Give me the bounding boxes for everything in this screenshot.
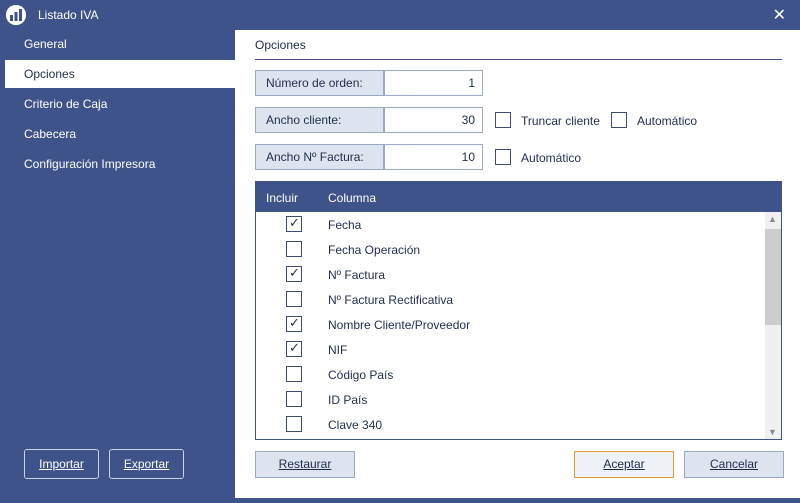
import-button[interactable]: Importar [24,449,99,479]
sidebar-item-criterio-de-caja[interactable]: Criterio de Caja [5,90,235,118]
automatico-cliente-checkbox[interactable] [611,112,627,128]
sidebar-item-configuracion-impresora[interactable]: Configuración Impresora [5,150,235,178]
close-icon[interactable]: ✕ [773,5,786,25]
row-checkbox[interactable]: ✓ [286,341,302,357]
table-row[interactable]: ✓ Fecha [256,212,765,237]
scrollbar-thumb[interactable] [765,229,781,325]
ancho-cliente-input[interactable]: 30 [384,107,483,133]
window-title: Listado IVA [38,8,99,22]
table-row[interactable]: Código País [256,362,765,387]
header-columna: Columna [328,191,377,205]
automatico-factura-label: Automático [521,151,582,165]
row-checkbox[interactable]: ✓ [286,316,302,332]
row-column-name: Clave 340 [328,418,383,432]
row-column-name: NIF [328,343,348,357]
row-checkbox[interactable] [286,366,302,382]
chevron-down-icon[interactable]: ▼ [768,427,777,437]
section-divider [255,59,782,60]
checkmark-icon: ✓ [289,215,300,230]
row-column-name: Nº Factura [328,268,386,282]
row-checkbox[interactable]: ✓ [286,266,302,282]
row-column-name: ID País [328,393,368,407]
title-bar: Listado IVA ✕ [0,0,800,30]
checkmark-icon: ✓ [289,315,300,330]
sidebar: General Opciones Criterio de Caja Cabece… [0,30,235,503]
truncar-cliente-label: Truncar cliente [521,114,600,128]
app-logo-icon [6,5,26,25]
section-title: Opciones [255,38,306,52]
table-row[interactable]: ✓ NIF [256,337,765,362]
row-checkbox[interactable] [286,391,302,407]
header-incluir: Incluir [266,191,299,205]
checkmark-icon: ✓ [289,265,300,280]
ancho-factura-input[interactable]: 10 [384,144,483,170]
table-header: Incluir Columna [256,182,781,212]
options-panel: Opciones Número de orden: 1 Ancho client… [235,30,800,498]
ancho-cliente-label: Ancho cliente: [255,107,384,133]
table-scrollbar[interactable]: ▲ ▼ [765,212,781,439]
numero-orden-label: Número de orden: [255,70,384,96]
row-column-name: Nombre Cliente/Proveedor [328,318,471,332]
columns-table: Incluir Columna ✓ Fecha Fecha Operación … [255,181,782,440]
sidebar-item-cabecera[interactable]: Cabecera [5,120,235,148]
aceptar-button[interactable]: Aceptar [574,451,674,478]
ancho-factura-label: Ancho Nº Factura: [255,144,384,170]
automatico-factura-checkbox[interactable] [495,149,511,165]
row-checkbox[interactable]: ✓ [286,216,302,232]
table-row[interactable]: ✓ Nombre Cliente/Proveedor [256,312,765,337]
restaurar-button[interactable]: Restaurar [255,451,355,478]
table-row[interactable]: ID País [256,387,765,412]
chevron-up-icon[interactable]: ▲ [768,214,777,224]
automatico-cliente-label: Automático [637,114,698,128]
truncar-cliente-checkbox[interactable] [495,112,511,128]
sidebar-item-opciones[interactable]: Opciones [5,60,235,88]
export-button[interactable]: Exportar [109,449,184,479]
checkmark-icon: ✓ [289,340,300,355]
row-column-name: Código País [328,368,394,382]
sidebar-item-general[interactable]: General [5,30,235,58]
cancelar-button[interactable]: Cancelar [684,451,784,478]
row-checkbox[interactable] [286,241,302,257]
table-row[interactable]: Nº Factura Rectificativa [256,287,765,312]
row-column-name: Fecha [328,218,362,232]
table-row[interactable]: Clave 340 [256,412,765,437]
row-checkbox[interactable] [286,291,302,307]
numero-orden-input[interactable]: 1 [384,70,483,96]
row-column-name: Fecha Operación [328,243,421,257]
row-checkbox[interactable] [286,416,302,432]
row-column-name: Nº Factura Rectificativa [328,293,454,307]
table-row[interactable]: ✓ Nº Factura [256,262,765,287]
table-row[interactable]: Fecha Operación [256,237,765,262]
